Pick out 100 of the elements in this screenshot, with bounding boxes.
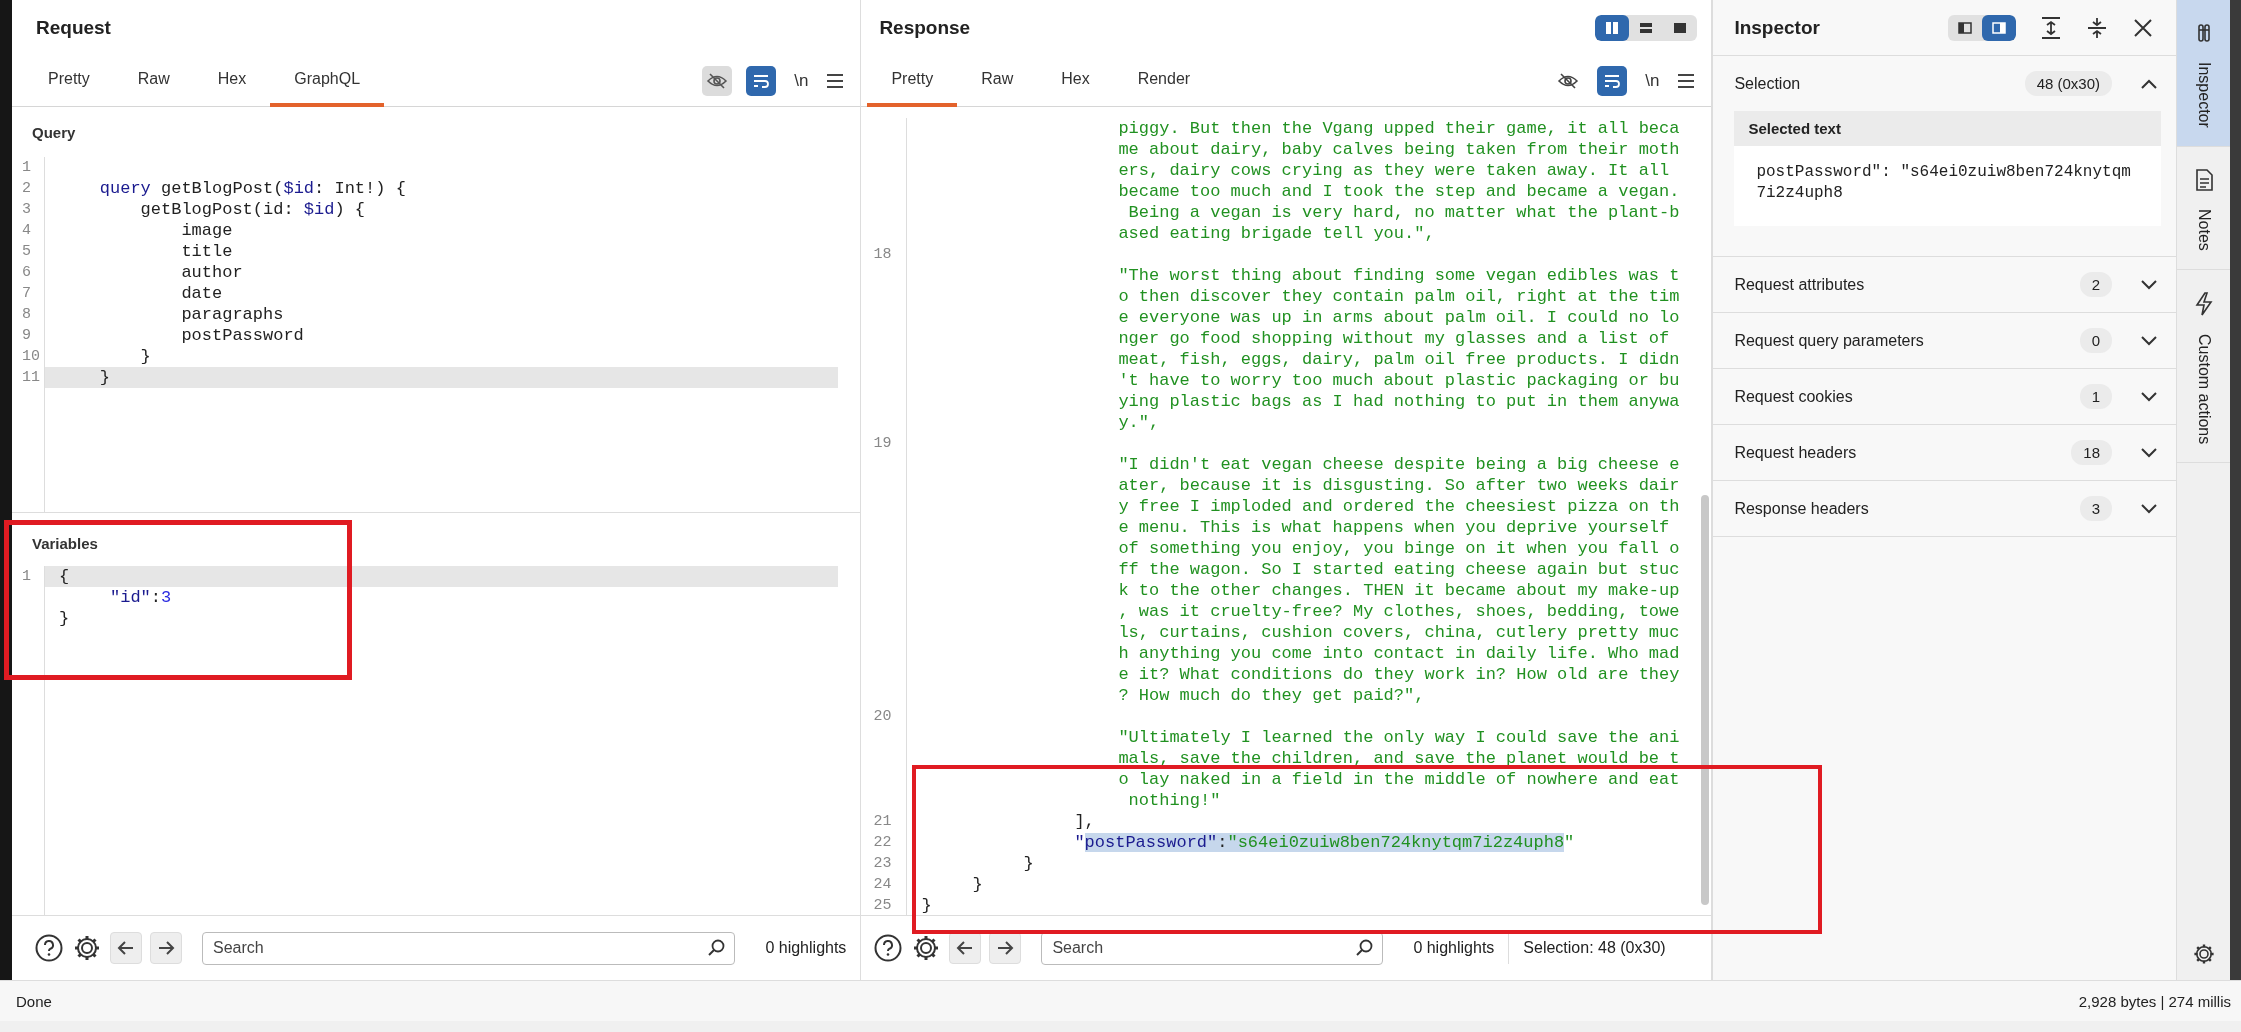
code-line: title bbox=[180, 241, 234, 262]
code-line: ers, dairy cows crying as they were taken away. It all bbox=[1117, 160, 1671, 181]
section-label: Variables bbox=[32, 535, 98, 552]
panel-title: Request bbox=[36, 16, 111, 39]
inspector-section-header[interactable]: Request cookies 1 bbox=[1713, 369, 2177, 424]
code-line: me about dairy, baby calves being taken from their moth bbox=[1117, 139, 1680, 160]
code-line: } bbox=[1022, 853, 1035, 874]
tab[interactable]: Raw bbox=[113, 55, 194, 107]
line-number: 11 bbox=[12, 367, 45, 388]
tab[interactable]: Hex bbox=[1037, 55, 1114, 107]
line-number: 22 bbox=[861, 832, 908, 853]
code-line: y.", bbox=[1117, 412, 1161, 433]
tab[interactable]: Pretty bbox=[24, 55, 114, 107]
chevron-icon bbox=[2140, 278, 2159, 291]
line-number: 3 bbox=[12, 199, 45, 220]
code-line: } bbox=[139, 346, 152, 367]
side-tab[interactable]: Inspector bbox=[2177, 0, 2230, 147]
code-line: "I didn't eat vegan cheese despite being a big cheese e bbox=[1117, 454, 1680, 475]
document-icon bbox=[2193, 168, 2214, 191]
inspector-section-header[interactable]: Selection 48 (0x30) bbox=[1713, 56, 2177, 111]
selected-text: postPassword": "s64ei0zuiw8ben724knytqm7i2z4uph8 bbox=[1734, 146, 2162, 226]
line-number: 1 bbox=[12, 157, 45, 178]
code-line: ased eating brigade tell you.", bbox=[1117, 223, 1436, 244]
scrollbar-thumb[interactable] bbox=[1701, 495, 1710, 905]
forward-button[interactable] bbox=[150, 932, 182, 964]
line-number: 19 bbox=[861, 433, 908, 454]
newline-toggle[interactable]: \n bbox=[790, 70, 813, 91]
code-line: k to the other changes. THEN it became about my make-up bbox=[1117, 580, 1680, 601]
menu-icon[interactable] bbox=[1677, 72, 1696, 89]
code-line: query getBlogPost($id: Int!) { bbox=[98, 178, 407, 199]
highlight-count: 0 highlights bbox=[1413, 939, 1495, 957]
chevron-icon bbox=[2140, 502, 2159, 515]
code-line: mals, save the children, and save the planet would be t bbox=[1117, 748, 1680, 769]
wrap-icon[interactable] bbox=[746, 65, 777, 96]
code-line: } bbox=[920, 895, 933, 915]
line-number: 7 bbox=[12, 283, 45, 304]
eye-off-icon[interactable] bbox=[702, 65, 733, 96]
wrap-icon[interactable] bbox=[1597, 65, 1628, 96]
line-number: 21 bbox=[861, 811, 908, 832]
selection-info: Selection: 48 (0x30) bbox=[1508, 932, 1666, 964]
code-line: "id":3 bbox=[109, 587, 173, 608]
count-badge: 3 bbox=[2079, 496, 2113, 521]
line-number: 18 bbox=[861, 244, 908, 265]
count-badge: 18 bbox=[2071, 440, 2113, 465]
back-button[interactable] bbox=[110, 932, 142, 964]
code-line: } bbox=[971, 874, 984, 895]
tab[interactable]: Render bbox=[1113, 55, 1215, 107]
tab[interactable]: Raw bbox=[957, 55, 1038, 107]
chevron-icon bbox=[2140, 334, 2159, 347]
inspector-section-header[interactable]: Request attributes 2 bbox=[1713, 257, 2177, 312]
code-line: e it? What conditions do they work in? How old are they bbox=[1117, 664, 1680, 685]
tab[interactable]: Hex bbox=[193, 55, 271, 107]
panel-title: Response bbox=[879, 16, 971, 39]
code-line: h anything you come into contact in daily life. Who mad bbox=[1117, 643, 1680, 664]
layout-toggle[interactable] bbox=[1982, 14, 2017, 41]
code-line: o then discover they contain palm oil, right at the tim bbox=[1117, 286, 1680, 307]
inspector-section-header[interactable]: Response headers 3 bbox=[1713, 481, 2177, 536]
chevron-icon bbox=[2140, 390, 2159, 403]
code-line: date bbox=[180, 283, 224, 304]
code-line: ater, because it is disgusting. So after two weeks dair bbox=[1117, 475, 1680, 496]
newline-toggle[interactable]: \n bbox=[1641, 70, 1664, 91]
forward-button[interactable] bbox=[989, 932, 1022, 964]
columns-icon bbox=[1604, 19, 1621, 36]
status-text: Done bbox=[16, 992, 52, 1010]
highlight-count: 0 highlights bbox=[765, 939, 847, 957]
code-line: postPassword bbox=[180, 325, 305, 346]
code-line: paragraphs bbox=[180, 304, 285, 325]
search-icon bbox=[1354, 937, 1375, 958]
chevron-icon bbox=[2140, 77, 2159, 90]
back-button[interactable] bbox=[949, 932, 982, 964]
code-line: became too much and I took the step and became a vegan. bbox=[1117, 181, 1680, 202]
code-line: nothing!" bbox=[1127, 790, 1222, 811]
code-line: "Ultimately I learned the only way I could save the ani bbox=[1117, 727, 1680, 748]
tab[interactable]: GraphQL bbox=[270, 55, 385, 107]
line-number: 9 bbox=[12, 325, 45, 346]
line-number: 10 bbox=[12, 346, 45, 367]
search-field[interactable]: Search bbox=[202, 931, 736, 965]
inspector-section-header[interactable]: Request query parameters 0 bbox=[1713, 313, 2177, 368]
layout-toggle[interactable] bbox=[1595, 14, 1630, 41]
code-line: e everyone was up in arms about palm oil. I could no lo bbox=[1117, 307, 1680, 328]
settings-icon[interactable] bbox=[72, 933, 102, 963]
help-icon[interactable] bbox=[873, 933, 904, 963]
tab[interactable]: Pretty bbox=[867, 55, 958, 107]
count-badge: 1 bbox=[2079, 384, 2113, 409]
inspector-section-header[interactable]: Request headers 18 bbox=[1713, 425, 2177, 480]
line-number: 23 bbox=[861, 853, 908, 874]
code-line: e menu. This is what happens when you deprive yourself bbox=[1117, 517, 1671, 538]
code-line: getBlogPost(id: $id) { bbox=[139, 199, 367, 220]
menu-icon[interactable] bbox=[826, 72, 845, 89]
code-line: piggy. But then the Vgang upped their game, it all beca bbox=[1117, 118, 1680, 139]
sidebar-layout-icon bbox=[1991, 19, 2008, 36]
code-line: author bbox=[180, 262, 244, 283]
code-line: y free I imploded and ordered the cheesiest pizza on th bbox=[1117, 496, 1680, 517]
subsection-header: Selected text bbox=[1734, 111, 2162, 146]
count-badge: 2 bbox=[2079, 272, 2113, 297]
code-line: image bbox=[180, 220, 234, 241]
search-icon bbox=[706, 937, 727, 958]
code-line: Being a vegan is very hard, no matter what the plant-b bbox=[1127, 202, 1680, 223]
code-line: , was it cruelty-free? My clothes, shoes, bedding, towe bbox=[1117, 601, 1680, 622]
help-icon[interactable] bbox=[34, 933, 64, 963]
